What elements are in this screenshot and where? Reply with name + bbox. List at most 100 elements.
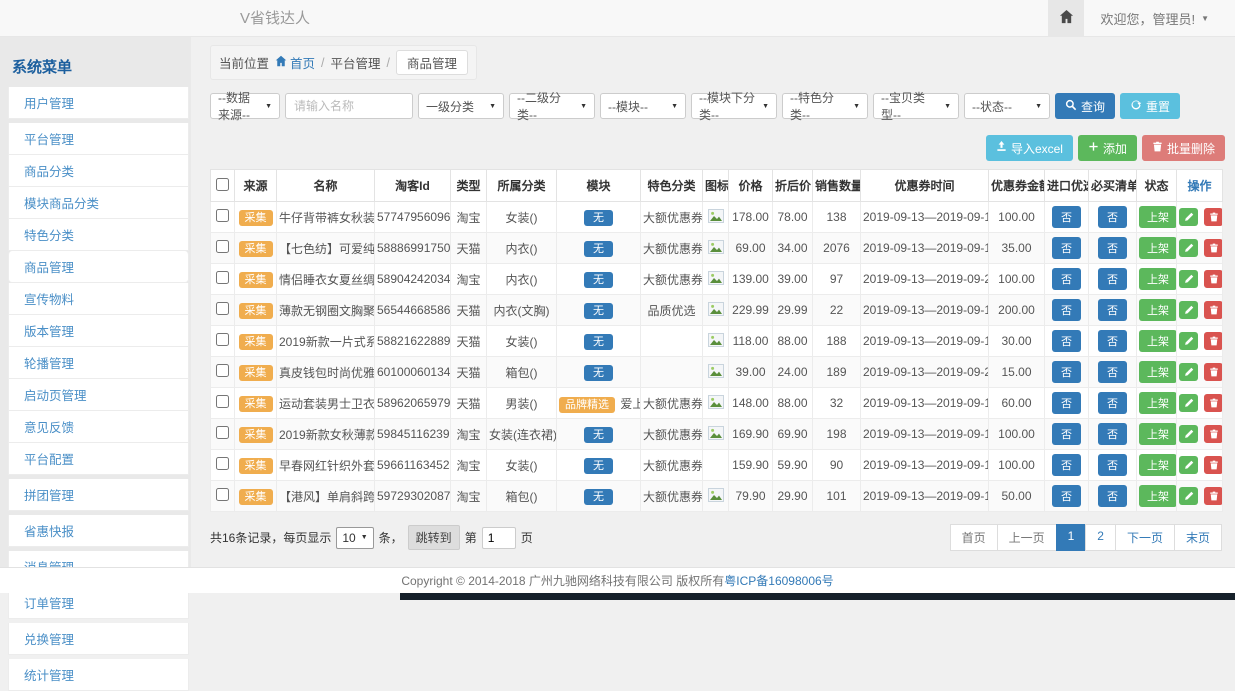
must-buy-toggle[interactable]: 否 bbox=[1098, 392, 1127, 414]
status-toggle[interactable]: 上架 bbox=[1139, 206, 1177, 228]
delete-button[interactable] bbox=[1204, 208, 1222, 226]
batch-delete-button[interactable]: 批量删除 bbox=[1142, 135, 1225, 161]
filter-select[interactable]: --模块-- ▼ bbox=[600, 93, 686, 119]
import-select-toggle[interactable]: 否 bbox=[1052, 299, 1081, 321]
sidebar-item[interactable]: 用户管理 bbox=[8, 87, 189, 119]
delete-button[interactable] bbox=[1204, 239, 1222, 257]
edit-button[interactable] bbox=[1179, 270, 1198, 288]
sidebar-item[interactable]: 启动页管理 bbox=[8, 379, 189, 411]
edit-button[interactable] bbox=[1179, 239, 1198, 257]
jump-button[interactable]: 跳转到 bbox=[408, 525, 460, 550]
must-buy-toggle[interactable]: 否 bbox=[1098, 485, 1127, 507]
page-button[interactable]: 2 bbox=[1085, 524, 1116, 551]
import-select-toggle[interactable]: 否 bbox=[1052, 330, 1081, 352]
must-buy-toggle[interactable]: 否 bbox=[1098, 237, 1127, 259]
delete-button[interactable] bbox=[1204, 301, 1222, 319]
status-toggle[interactable]: 上架 bbox=[1139, 392, 1177, 414]
must-buy-toggle[interactable]: 否 bbox=[1098, 361, 1127, 383]
name-search-input[interactable] bbox=[285, 93, 413, 119]
sidebar-item[interactable]: 轮播管理 bbox=[8, 347, 189, 379]
status-toggle[interactable]: 上架 bbox=[1139, 361, 1177, 383]
delete-button[interactable] bbox=[1204, 487, 1222, 505]
edit-button[interactable] bbox=[1179, 363, 1198, 381]
sidebar-item[interactable]: 宣传物料 bbox=[8, 283, 189, 315]
import-excel-button[interactable]: 导入excel bbox=[986, 135, 1073, 161]
filter-select[interactable]: 一级分类 ▼ bbox=[418, 93, 504, 119]
row-checkbox[interactable] bbox=[216, 209, 229, 222]
edit-button[interactable] bbox=[1179, 208, 1198, 226]
edit-button[interactable] bbox=[1179, 456, 1198, 474]
row-checkbox[interactable] bbox=[216, 426, 229, 439]
delete-button[interactable] bbox=[1204, 363, 1222, 381]
page-size-select[interactable]: 10 ▼ bbox=[336, 527, 373, 549]
import-select-toggle[interactable]: 否 bbox=[1052, 454, 1081, 476]
status-toggle[interactable]: 上架 bbox=[1139, 237, 1177, 259]
breadcrumb-level1[interactable]: 平台管理 bbox=[331, 53, 381, 72]
filter-select[interactable]: --状态-- ▼ bbox=[964, 93, 1050, 119]
page-button[interactable]: 末页 bbox=[1174, 524, 1222, 551]
status-toggle[interactable]: 上架 bbox=[1139, 299, 1177, 321]
edit-button[interactable] bbox=[1179, 301, 1198, 319]
delete-button[interactable] bbox=[1204, 394, 1222, 412]
jump-page-input[interactable] bbox=[482, 527, 516, 549]
must-buy-toggle[interactable]: 否 bbox=[1098, 330, 1127, 352]
row-checkbox[interactable] bbox=[216, 364, 229, 377]
row-checkbox[interactable] bbox=[216, 302, 229, 315]
icp-link[interactable]: 粤ICP备16098006号 bbox=[724, 572, 833, 589]
status-toggle[interactable]: 上架 bbox=[1139, 330, 1177, 352]
edit-button[interactable] bbox=[1179, 425, 1198, 443]
select-all-checkbox[interactable] bbox=[216, 178, 229, 191]
status-toggle[interactable]: 上架 bbox=[1139, 268, 1177, 290]
status-toggle[interactable]: 上架 bbox=[1139, 454, 1177, 476]
delete-button[interactable] bbox=[1204, 425, 1222, 443]
edit-button[interactable] bbox=[1179, 394, 1198, 412]
import-select-toggle[interactable]: 否 bbox=[1052, 268, 1081, 290]
sidebar-item[interactable]: 平台配置 bbox=[8, 443, 189, 475]
page-button[interactable]: 上一页 bbox=[997, 524, 1057, 551]
reset-button[interactable]: 重置 bbox=[1120, 93, 1180, 119]
must-buy-toggle[interactable]: 否 bbox=[1098, 206, 1127, 228]
import-select-toggle[interactable]: 否 bbox=[1052, 206, 1081, 228]
row-checkbox[interactable] bbox=[216, 488, 229, 501]
status-toggle[interactable]: 上架 bbox=[1139, 423, 1177, 445]
sidebar-item[interactable]: 平台管理 bbox=[8, 123, 189, 155]
import-select-toggle[interactable]: 否 bbox=[1052, 423, 1081, 445]
filter-select[interactable]: --二级分类-- ▼ bbox=[509, 93, 595, 119]
sidebar-item[interactable]: 省惠快报 bbox=[8, 515, 189, 547]
import-select-toggle[interactable]: 否 bbox=[1052, 392, 1081, 414]
sidebar-item[interactable]: 兑换管理 bbox=[8, 623, 189, 655]
delete-button[interactable] bbox=[1204, 270, 1222, 288]
delete-button[interactable] bbox=[1204, 332, 1222, 350]
must-buy-toggle[interactable]: 否 bbox=[1098, 423, 1127, 445]
must-buy-toggle[interactable]: 否 bbox=[1098, 299, 1127, 321]
delete-button[interactable] bbox=[1204, 456, 1222, 474]
page-button[interactable]: 1 bbox=[1056, 524, 1087, 551]
search-button[interactable]: 查询 bbox=[1055, 93, 1115, 119]
sidebar-item[interactable]: 商品管理 bbox=[8, 251, 189, 283]
must-buy-toggle[interactable]: 否 bbox=[1098, 268, 1127, 290]
import-select-toggle[interactable]: 否 bbox=[1052, 361, 1081, 383]
breadcrumb-home-link[interactable]: 首页 bbox=[275, 53, 315, 72]
sidebar-item[interactable]: 拼团管理 bbox=[8, 479, 189, 511]
home-button[interactable] bbox=[1048, 0, 1084, 37]
sidebar-item[interactable]: 版本管理 bbox=[8, 315, 189, 347]
import-select-toggle[interactable]: 否 bbox=[1052, 485, 1081, 507]
sidebar-item[interactable]: 特色分类 bbox=[8, 219, 189, 251]
user-menu[interactable]: 欢迎您，管理员! ▼ bbox=[1084, 0, 1235, 37]
row-checkbox[interactable] bbox=[216, 457, 229, 470]
sidebar-item[interactable]: 商品分类 bbox=[8, 155, 189, 187]
must-buy-toggle[interactable]: 否 bbox=[1098, 454, 1127, 476]
row-checkbox[interactable] bbox=[216, 333, 229, 346]
row-checkbox[interactable] bbox=[216, 271, 229, 284]
data-source-select[interactable]: --数据来源-- ▼ bbox=[210, 93, 280, 119]
filter-select[interactable]: --特色分类-- ▼ bbox=[782, 93, 868, 119]
filter-select[interactable]: --模块下分类-- ▼ bbox=[691, 93, 777, 119]
status-toggle[interactable]: 上架 bbox=[1139, 485, 1177, 507]
sidebar-item[interactable]: 意见反馈 bbox=[8, 411, 189, 443]
edit-button[interactable] bbox=[1179, 487, 1198, 505]
page-button[interactable]: 首页 bbox=[950, 524, 998, 551]
import-select-toggle[interactable]: 否 bbox=[1052, 237, 1081, 259]
edit-button[interactable] bbox=[1179, 332, 1198, 350]
row-checkbox[interactable] bbox=[216, 240, 229, 253]
page-button[interactable]: 下一页 bbox=[1115, 524, 1175, 551]
